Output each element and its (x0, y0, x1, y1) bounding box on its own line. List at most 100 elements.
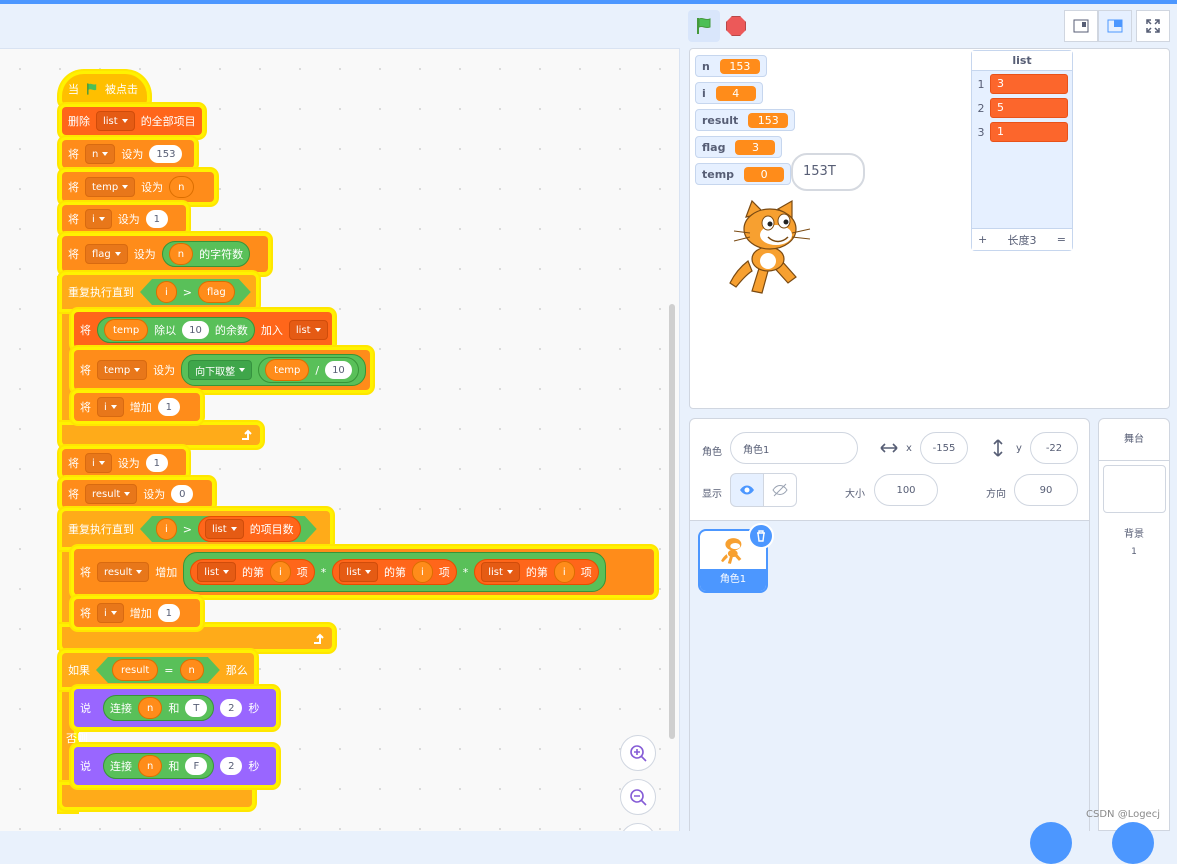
multiply-operator[interactable]: list 的第 i 项 * list 的第 i 项 * list 的第 i 项 (183, 552, 606, 592)
add-to-list-block[interactable]: 将 temp 除以 10 的余数 加入 list (74, 312, 332, 348)
repeat-until-1-foot[interactable] (62, 425, 260, 445)
add-sprite-button[interactable] (1030, 822, 1072, 864)
if-else-foot[interactable] (62, 785, 252, 807)
when-flag-clicked-block[interactable]: 当 被点击 (62, 74, 147, 104)
direction-input[interactable]: 90 (1014, 474, 1078, 506)
variable-dropdown[interactable]: i (97, 397, 124, 417)
i-reporter[interactable]: i (156, 518, 177, 540)
list-item-value[interactable]: 5 (990, 98, 1068, 118)
value-input[interactable]: 0 (171, 485, 194, 503)
n-reporter[interactable]: n (169, 176, 194, 198)
zoom-reset-button[interactable] (620, 823, 656, 831)
stage[interactable]: n 153 i4 result 153 flag 3 temp 0 153T list … (689, 48, 1170, 409)
change-result-block[interactable]: 将 result 增加 list 的第 i 项 * list 的第 i 项 * list 的第… (74, 549, 654, 595)
stage-target-panel[interactable]: 舞台 背景 1 (1098, 418, 1170, 831)
set-i-block[interactable]: 将 i 设为 1 (62, 205, 186, 233)
mod-operator[interactable]: temp 除以 10 的余数 (97, 317, 255, 343)
i-reporter[interactable]: i (411, 561, 433, 583)
delete-all-of-list-block[interactable]: 删除 list 的全部项目 (62, 107, 202, 135)
join-operator[interactable]: 连接 n 和 T (103, 695, 215, 721)
list-item-value[interactable]: 1 (990, 122, 1068, 142)
list-resize-handle[interactable]: = (1057, 233, 1066, 246)
temp-reporter[interactable]: temp (104, 319, 149, 341)
variable-dropdown[interactable]: temp (85, 177, 136, 197)
value-input[interactable]: 10 (325, 361, 352, 379)
value-input[interactable]: 153 (149, 145, 183, 163)
value-input[interactable]: 1 (157, 604, 180, 622)
equals-operator[interactable]: result = n (96, 657, 220, 683)
list-dropdown[interactable]: list (96, 111, 135, 131)
set-result-block[interactable]: 将 result 设为 0 (62, 480, 212, 508)
variable-dropdown[interactable]: result (85, 484, 138, 504)
i-reporter[interactable]: i (269, 561, 291, 583)
if-else-block[interactable]: 如果 result = n 那么 (62, 653, 254, 687)
seconds-input[interactable]: 2 (220, 699, 243, 717)
stop-button[interactable] (726, 16, 746, 36)
result-reporter[interactable]: result (112, 659, 158, 681)
text-input[interactable]: F (185, 757, 208, 775)
i-reporter[interactable]: i (553, 561, 575, 583)
size-input[interactable]: 100 (874, 474, 938, 506)
n-reporter[interactable]: n (180, 659, 204, 681)
value-input[interactable]: 1 (145, 454, 168, 472)
code-workspace[interactable]: 当 被点击 删除 list 的全部项目 将 n 设为 153 将 temp 设为… (0, 48, 680, 831)
greater-than-operator[interactable]: i > flag (140, 279, 251, 305)
repeat-until-block[interactable]: 重复执行直到 i > flag (62, 275, 256, 309)
math-function-dropdown[interactable]: 向下取整 (188, 360, 253, 380)
variable-dropdown[interactable]: i (85, 209, 112, 229)
greater-than-operator[interactable]: i > list 的项目数 (140, 516, 317, 542)
value-input[interactable]: 1 (145, 210, 168, 228)
divide-operator[interactable]: temp / 10 (258, 357, 359, 383)
value-input[interactable]: 1 (157, 398, 180, 416)
item-of-list-reporter[interactable]: list 的第 i 项 (474, 559, 599, 585)
seconds-input[interactable]: 2 (220, 757, 243, 775)
variable-dropdown[interactable]: temp (97, 360, 148, 380)
zoom-in-button[interactable] (620, 735, 656, 771)
list-dropdown[interactable]: list (205, 519, 244, 539)
list-item-value[interactable]: 3 (990, 74, 1068, 94)
x-input[interactable]: -155 (920, 432, 968, 464)
flag-reporter[interactable]: flag (198, 281, 235, 303)
vertical-scrollbar[interactable] (669, 304, 675, 739)
variable-dropdown[interactable]: i (97, 603, 124, 623)
fullscreen-button[interactable] (1136, 10, 1170, 42)
say-for-secs-block[interactable]: 说 连接 n 和 T 2 秒 (74, 689, 276, 727)
set-temp-block[interactable]: 将 temp 设为 n (62, 172, 214, 202)
set-i-block[interactable]: 将 i 设为 1 (62, 449, 186, 477)
n-reporter[interactable]: n (138, 755, 163, 777)
text-input[interactable]: T (185, 699, 208, 717)
item-of-list-reporter[interactable]: list 的第 i 项 (190, 559, 315, 585)
backdrop-thumbnail[interactable] (1103, 465, 1166, 513)
small-stage-button[interactable] (1064, 10, 1098, 42)
set-flag-block[interactable]: 将 flag 设为 n 的字符数 (62, 236, 268, 272)
variable-dropdown[interactable]: result (97, 562, 150, 582)
list-dropdown[interactable]: list (288, 320, 328, 340)
hide-sprite-button[interactable] (763, 473, 797, 507)
change-i-block[interactable]: 将 i 增加 1 (74, 599, 200, 627)
say-for-secs-block[interactable]: 说 连接 n 和 F 2 秒 (74, 747, 276, 785)
list-add-button[interactable]: + (978, 233, 987, 246)
floor-operator[interactable]: 向下取整 temp / 10 (181, 354, 366, 386)
repeat-until-block[interactable]: 重复执行直到 i > list 的项目数 (62, 511, 330, 547)
temp-reporter[interactable]: temp (265, 359, 310, 381)
green-flag-button[interactable] (688, 10, 720, 42)
zoom-out-button[interactable] (620, 779, 656, 815)
n-reporter[interactable]: n (168, 243, 194, 265)
change-i-block[interactable]: 将 i 增加 1 (74, 393, 200, 421)
list-dropdown[interactable]: list (481, 562, 520, 582)
sprite-name-input[interactable]: 角色1 (730, 432, 858, 464)
cat-sprite[interactable] (720, 199, 824, 303)
value-input[interactable]: 10 (182, 321, 209, 339)
delete-sprite-button[interactable] (748, 523, 774, 549)
list-dropdown[interactable]: list (339, 562, 378, 582)
add-backdrop-button[interactable] (1112, 822, 1154, 864)
length-of-operator[interactable]: n 的字符数 (161, 241, 251, 267)
show-sprite-button[interactable] (730, 473, 764, 507)
list-dropdown[interactable]: list (197, 562, 236, 582)
set-temp-floor-block[interactable]: 将 temp 设为 向下取整 temp / 10 (74, 350, 370, 390)
normal-stage-button[interactable] (1098, 10, 1132, 42)
list-length-reporter[interactable]: list 的项目数 (198, 516, 301, 542)
set-n-block[interactable]: 将 n 设为 153 (62, 140, 194, 168)
variable-dropdown[interactable]: i (85, 453, 112, 473)
repeat-until-2-foot[interactable] (62, 627, 332, 649)
